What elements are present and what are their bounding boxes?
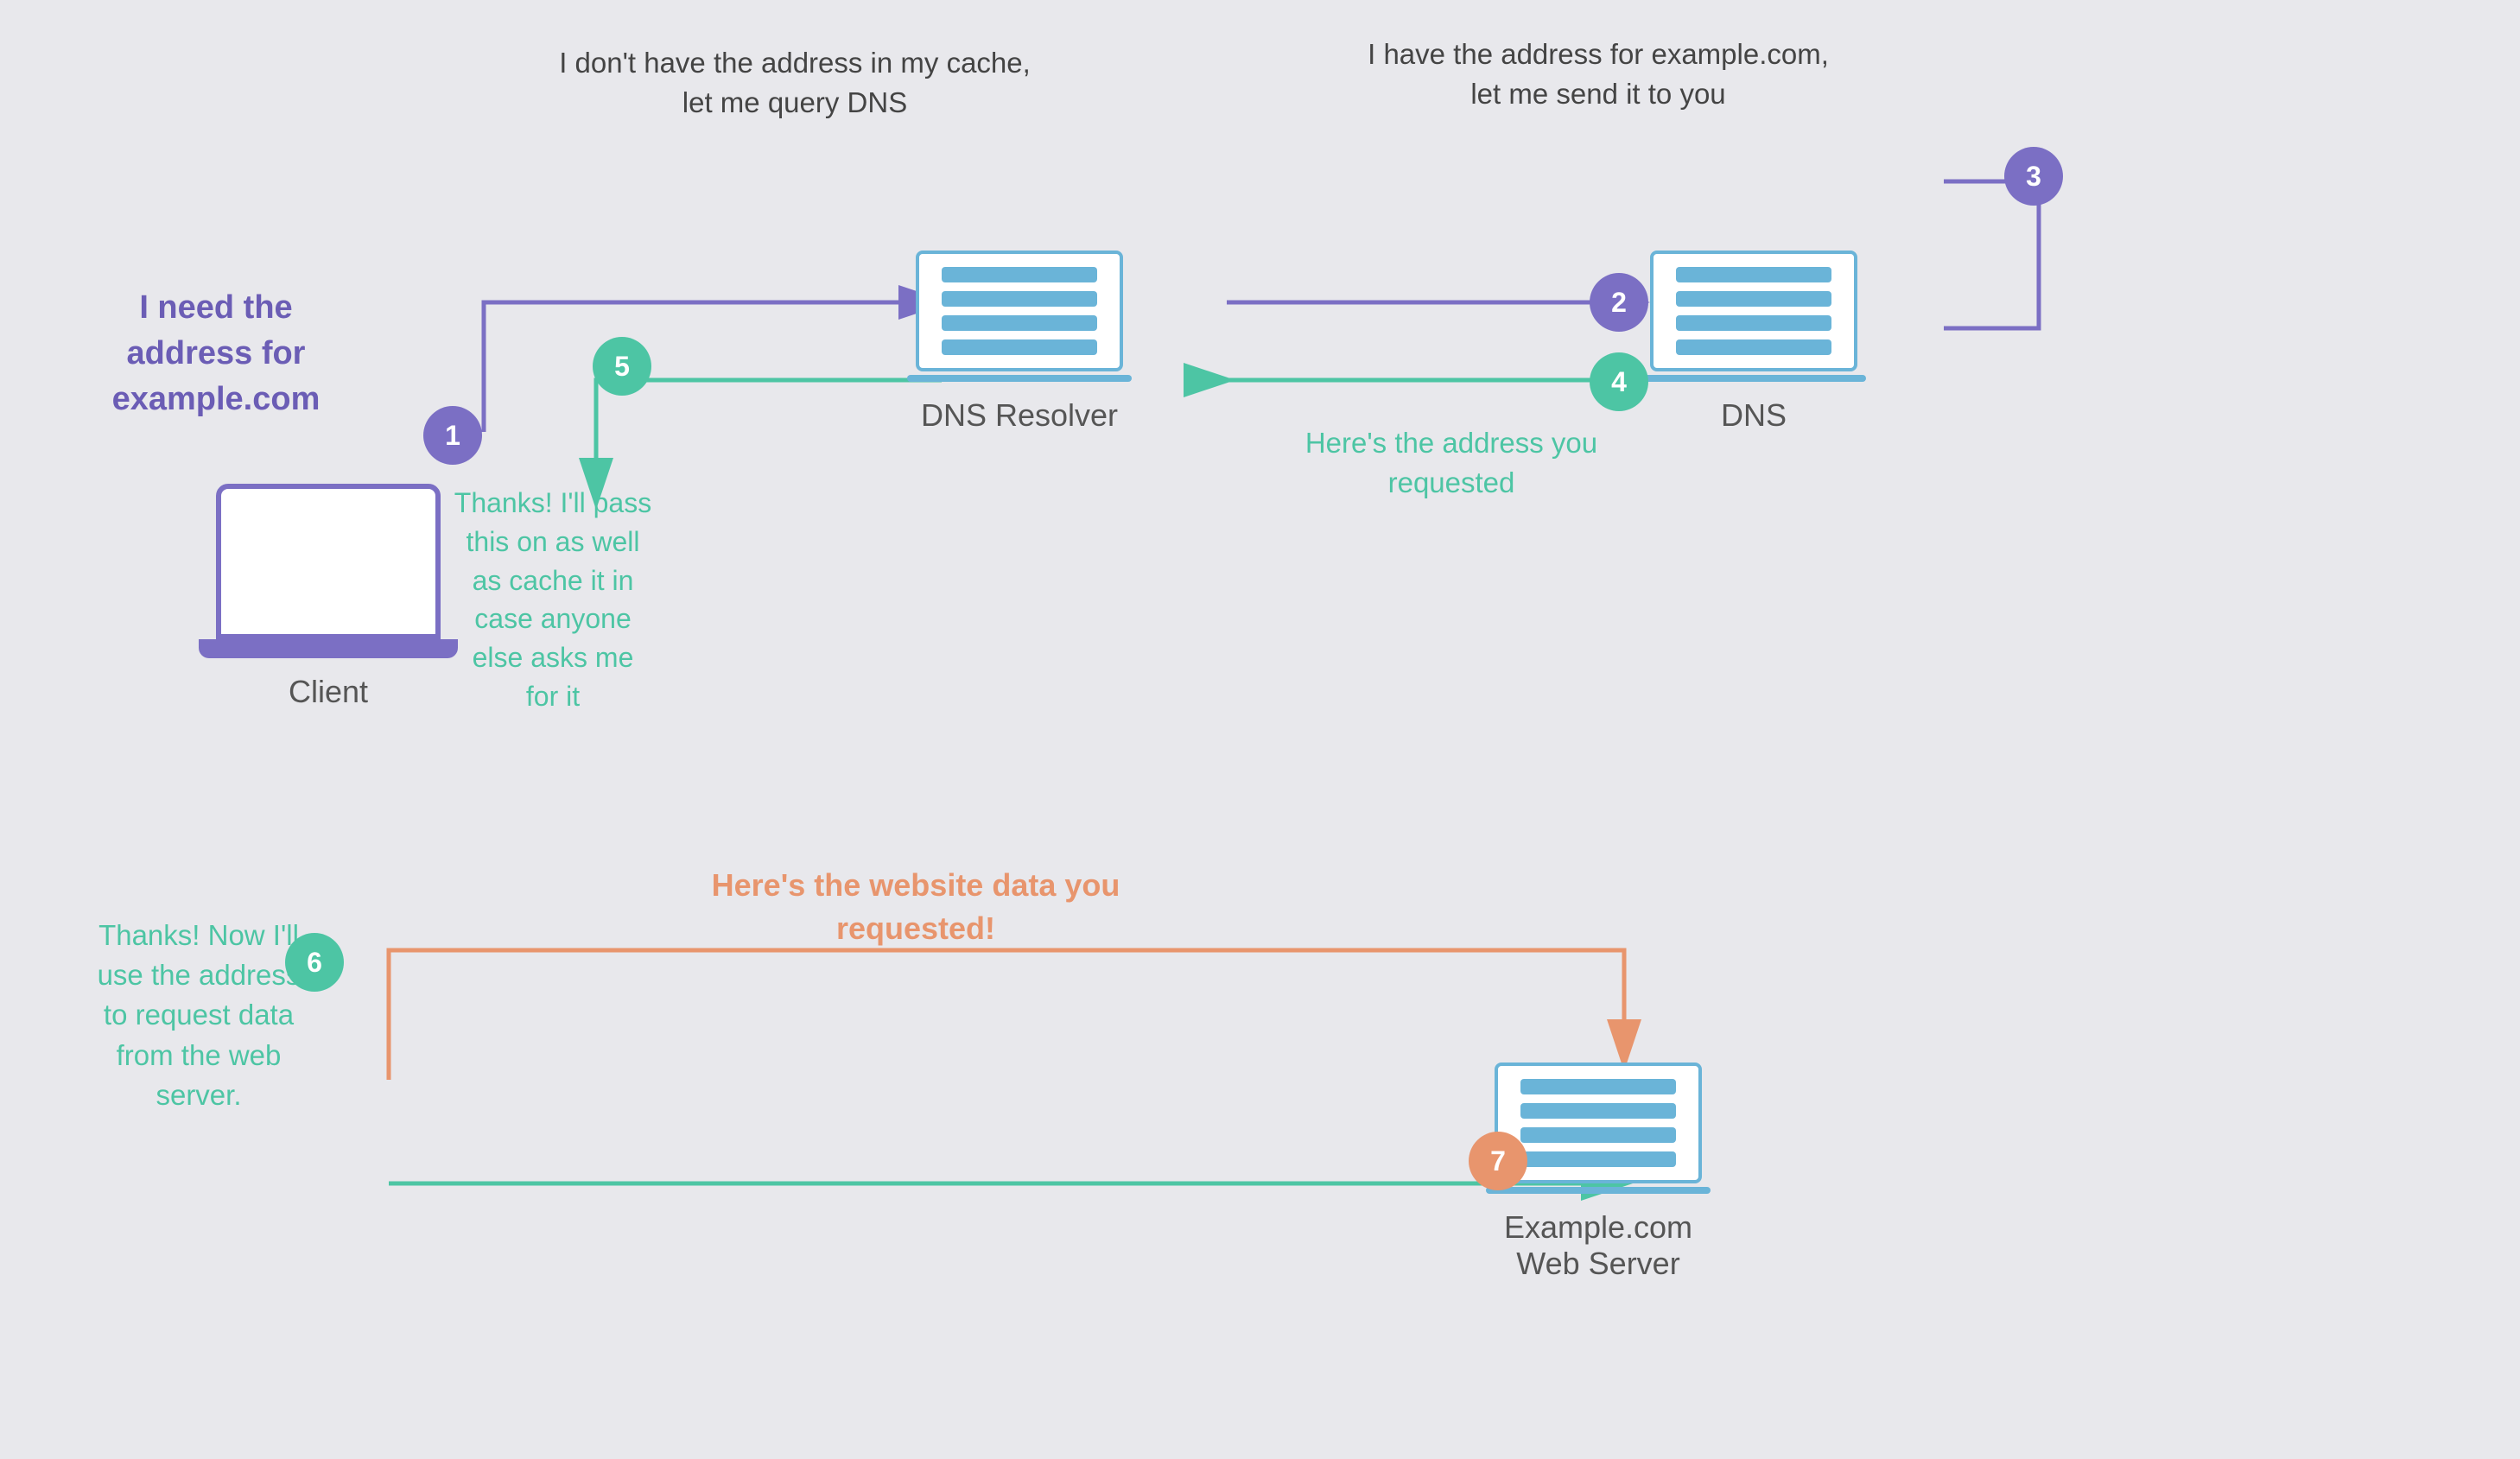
step-4-circle: 4 [1590,352,1648,411]
client-need-text: I need the address for example.com [52,285,380,423]
dns-has-address-text: I have the address for example.com, let … [1356,35,1840,114]
dns-device: DNS [1641,251,1866,434]
dns-server [1650,251,1857,371]
step-7-circle: 7 [1469,1132,1527,1190]
step-3-circle: 3 [2004,147,2063,206]
here-is-website-text: Here's the website data you requested! [674,864,1158,951]
client-label: Client [289,674,368,710]
pass-cache-text: Thanks! I'll pass this on as well as cac… [397,484,708,716]
step-6-circle: 6 [285,933,344,992]
arrows-layer [0,0,2520,1459]
here-is-address-text: Here's the address you requested [1287,423,1615,503]
step-1-circle: 1 [423,406,482,465]
dns-no-cache-text: I don't have the address in my cache, le… [553,43,1037,123]
dns-resolver-label: DNS Resolver [921,397,1118,434]
webserver-label: Example.com Web Server [1504,1209,1692,1282]
dns-diagram: Client DNS Resolver DNS Examp [0,0,2520,1459]
step-5-circle: 5 [593,337,651,396]
step-2-circle: 2 [1590,273,1648,332]
dns-resolver-device: DNS Resolver [907,251,1132,434]
dns-resolver-server [916,251,1123,371]
dns-label: DNS [1721,397,1787,434]
